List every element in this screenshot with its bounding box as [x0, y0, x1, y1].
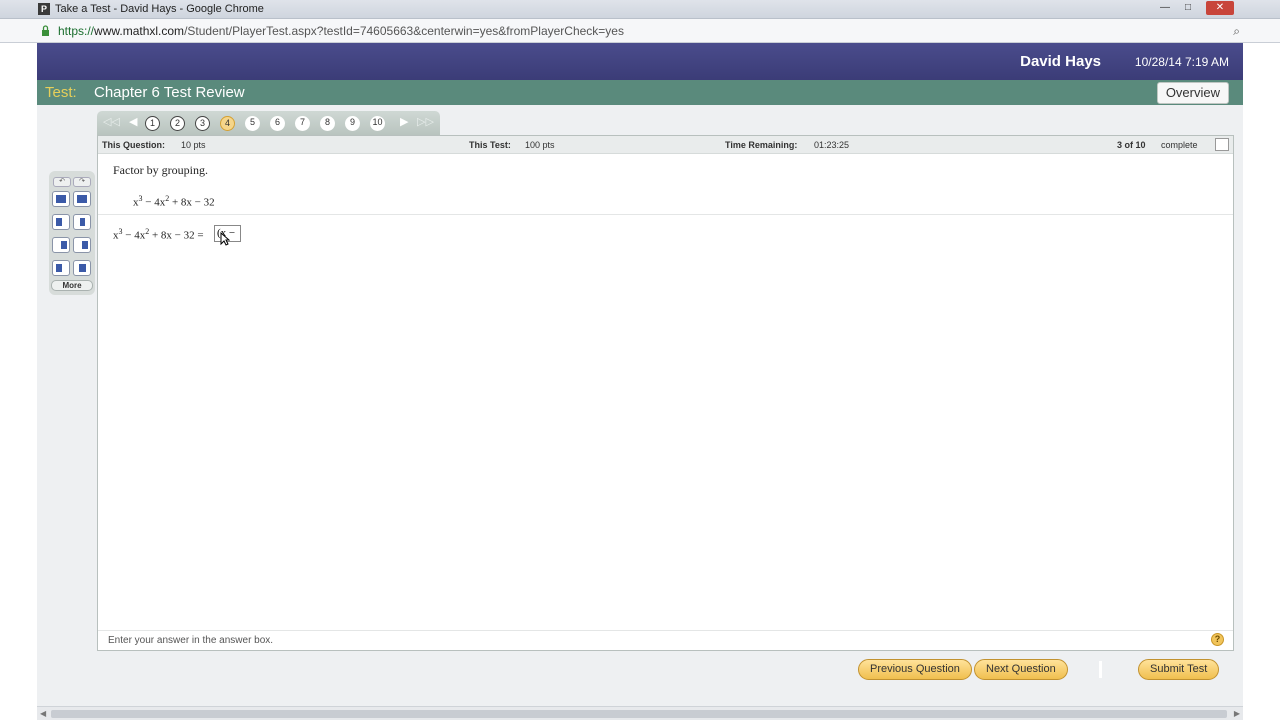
absolute-value-icon: [80, 218, 85, 226]
polynomial-expression: x3 − 4x2 + 8x − 32: [133, 194, 215, 209]
current-datetime: 10/28/14 7:19 AM: [1134, 55, 1229, 69]
page-margin-right: [1243, 43, 1280, 720]
ordered-pair-icon: [79, 264, 86, 272]
test-player: David Hays 10/28/14 7:19 AM Test: Chapte…: [37, 43, 1243, 720]
decimal-icon: [56, 264, 62, 272]
question-divider: [98, 214, 1233, 215]
time-remaining-value: 01:23:25: [814, 140, 850, 150]
square-root-icon: [61, 241, 67, 249]
last-question-icon[interactable]: ▷▷: [417, 115, 434, 128]
question-instruction: Factor by grouping.: [113, 163, 208, 177]
question-10-button[interactable]: 10: [370, 116, 385, 131]
ordered-pair-button[interactable]: [73, 260, 91, 276]
submit-test-button[interactable]: Submit Test: [1138, 659, 1220, 680]
header-bar: David Hays 10/28/14 7:19 AM: [37, 43, 1243, 80]
nth-root-icon: [82, 241, 88, 249]
this-question-label: This Question:: [102, 140, 165, 150]
app-icon: P: [38, 3, 50, 15]
math-palette: ↶ ↷ More: [49, 171, 95, 295]
question-1-button[interactable]: 1: [145, 116, 160, 131]
maximize-button[interactable]: □: [1178, 1, 1198, 15]
lock-icon: [42, 25, 49, 36]
this-test-value: 100 pts: [525, 140, 555, 150]
previous-question-button[interactable]: Previous Question: [858, 659, 972, 680]
undo-button[interactable]: ↶: [53, 177, 71, 187]
question-4-button[interactable]: 4: [220, 116, 235, 131]
url-host: www.mathxl.com: [94, 24, 185, 38]
next-question-icon[interactable]: ▶: [400, 115, 408, 128]
nth-root-button[interactable]: [73, 237, 91, 253]
poly-tail: + 8x − 32: [169, 196, 215, 209]
expand-window-icon[interactable]: [1215, 138, 1229, 151]
first-question-icon[interactable]: ◁◁: [103, 115, 120, 128]
answer-equation: x3 − 4x2 + 8x − 32 =: [113, 227, 204, 242]
hint-divider: [98, 630, 1233, 631]
exponent-icon: [56, 218, 62, 226]
ans-mid: − 4x: [122, 229, 146, 242]
fraction-button[interactable]: [52, 191, 70, 207]
address-bar[interactable]: https://www.mathxl.com/Student/PlayerTes…: [0, 19, 1280, 43]
question-5-button[interactable]: 5: [245, 116, 260, 131]
horizontal-scrollbar[interactable]: ◀ ▶: [37, 706, 1243, 720]
more-button[interactable]: More: [51, 280, 93, 291]
user-name: David Hays: [1020, 53, 1101, 70]
question-3-button[interactable]: 3: [195, 116, 210, 131]
mouse-cursor-icon: [220, 232, 230, 246]
window-titlebar: P Take a Test - David Hays - Google Chro…: [0, 0, 1280, 19]
test-title-bar: Test: Chapter 6 Test Review Overview: [37, 80, 1243, 105]
close-button[interactable]: ✕: [1206, 1, 1234, 15]
previous-question-icon[interactable]: ◀: [129, 115, 137, 128]
square-root-button[interactable]: [52, 237, 70, 253]
next-question-button[interactable]: Next Question: [974, 659, 1068, 680]
poly-mid: − 4x: [142, 196, 166, 209]
exponent-button[interactable]: [52, 214, 70, 230]
scroll-left-icon[interactable]: ◀: [40, 709, 46, 718]
this-question-value: 10 pts: [181, 140, 206, 150]
url-protocol: https://: [58, 24, 95, 38]
fraction-icon: [56, 195, 66, 203]
question-navigator: ◁◁ ◀ 1 2 3 4 5 6 7 8 9 10 ▶ ▷▷: [97, 111, 440, 135]
overview-button[interactable]: Overview: [1156, 82, 1229, 104]
window-title: Take a Test - David Hays - Google Chrome: [55, 3, 264, 15]
test-label: Test:: [45, 84, 77, 101]
url-text[interactable]: https://www.mathxl.com/Student/PlayerTes…: [58, 24, 624, 38]
question-2-button[interactable]: 2: [170, 116, 185, 131]
question-9-button[interactable]: 9: [345, 116, 360, 131]
help-icon[interactable]: ?: [1211, 633, 1224, 646]
minimize-button[interactable]: —: [1155, 1, 1175, 15]
question-card: This Question: 10 pts This Test: 100 pts…: [97, 135, 1234, 651]
mixed-number-button[interactable]: [73, 191, 91, 207]
ans-tail: + 8x − 32 =: [149, 229, 204, 242]
progress-value: 3 of 10: [1117, 140, 1146, 150]
decimal-button[interactable]: [52, 260, 70, 276]
progress-label: complete: [1161, 140, 1198, 150]
page-margin-left: [0, 43, 37, 720]
this-test-label: This Test:: [469, 140, 511, 150]
url-path: /Student/PlayerTest.aspx?testId=74605663…: [184, 24, 624, 38]
answer-hint: Enter your answer in the answer box.: [108, 635, 274, 646]
question-7-button[interactable]: 7: [295, 116, 310, 131]
question-6-button[interactable]: 6: [270, 116, 285, 131]
scroll-right-icon[interactable]: ▶: [1234, 709, 1240, 718]
question-info-bar: This Question: 10 pts This Test: 100 pts…: [98, 136, 1233, 154]
button-divider: [1099, 661, 1102, 678]
scrollbar-thumb[interactable]: [51, 710, 1227, 718]
mixed-number-icon: [77, 195, 87, 203]
question-8-button[interactable]: 8: [320, 116, 335, 131]
zoom-icon[interactable]: ⌕: [1233, 24, 1240, 39]
redo-button[interactable]: ↷: [73, 177, 91, 187]
time-remaining-label: Time Remaining:: [725, 140, 798, 150]
absolute-value-button[interactable]: [73, 214, 91, 230]
test-name: Chapter 6 Test Review: [94, 84, 245, 101]
